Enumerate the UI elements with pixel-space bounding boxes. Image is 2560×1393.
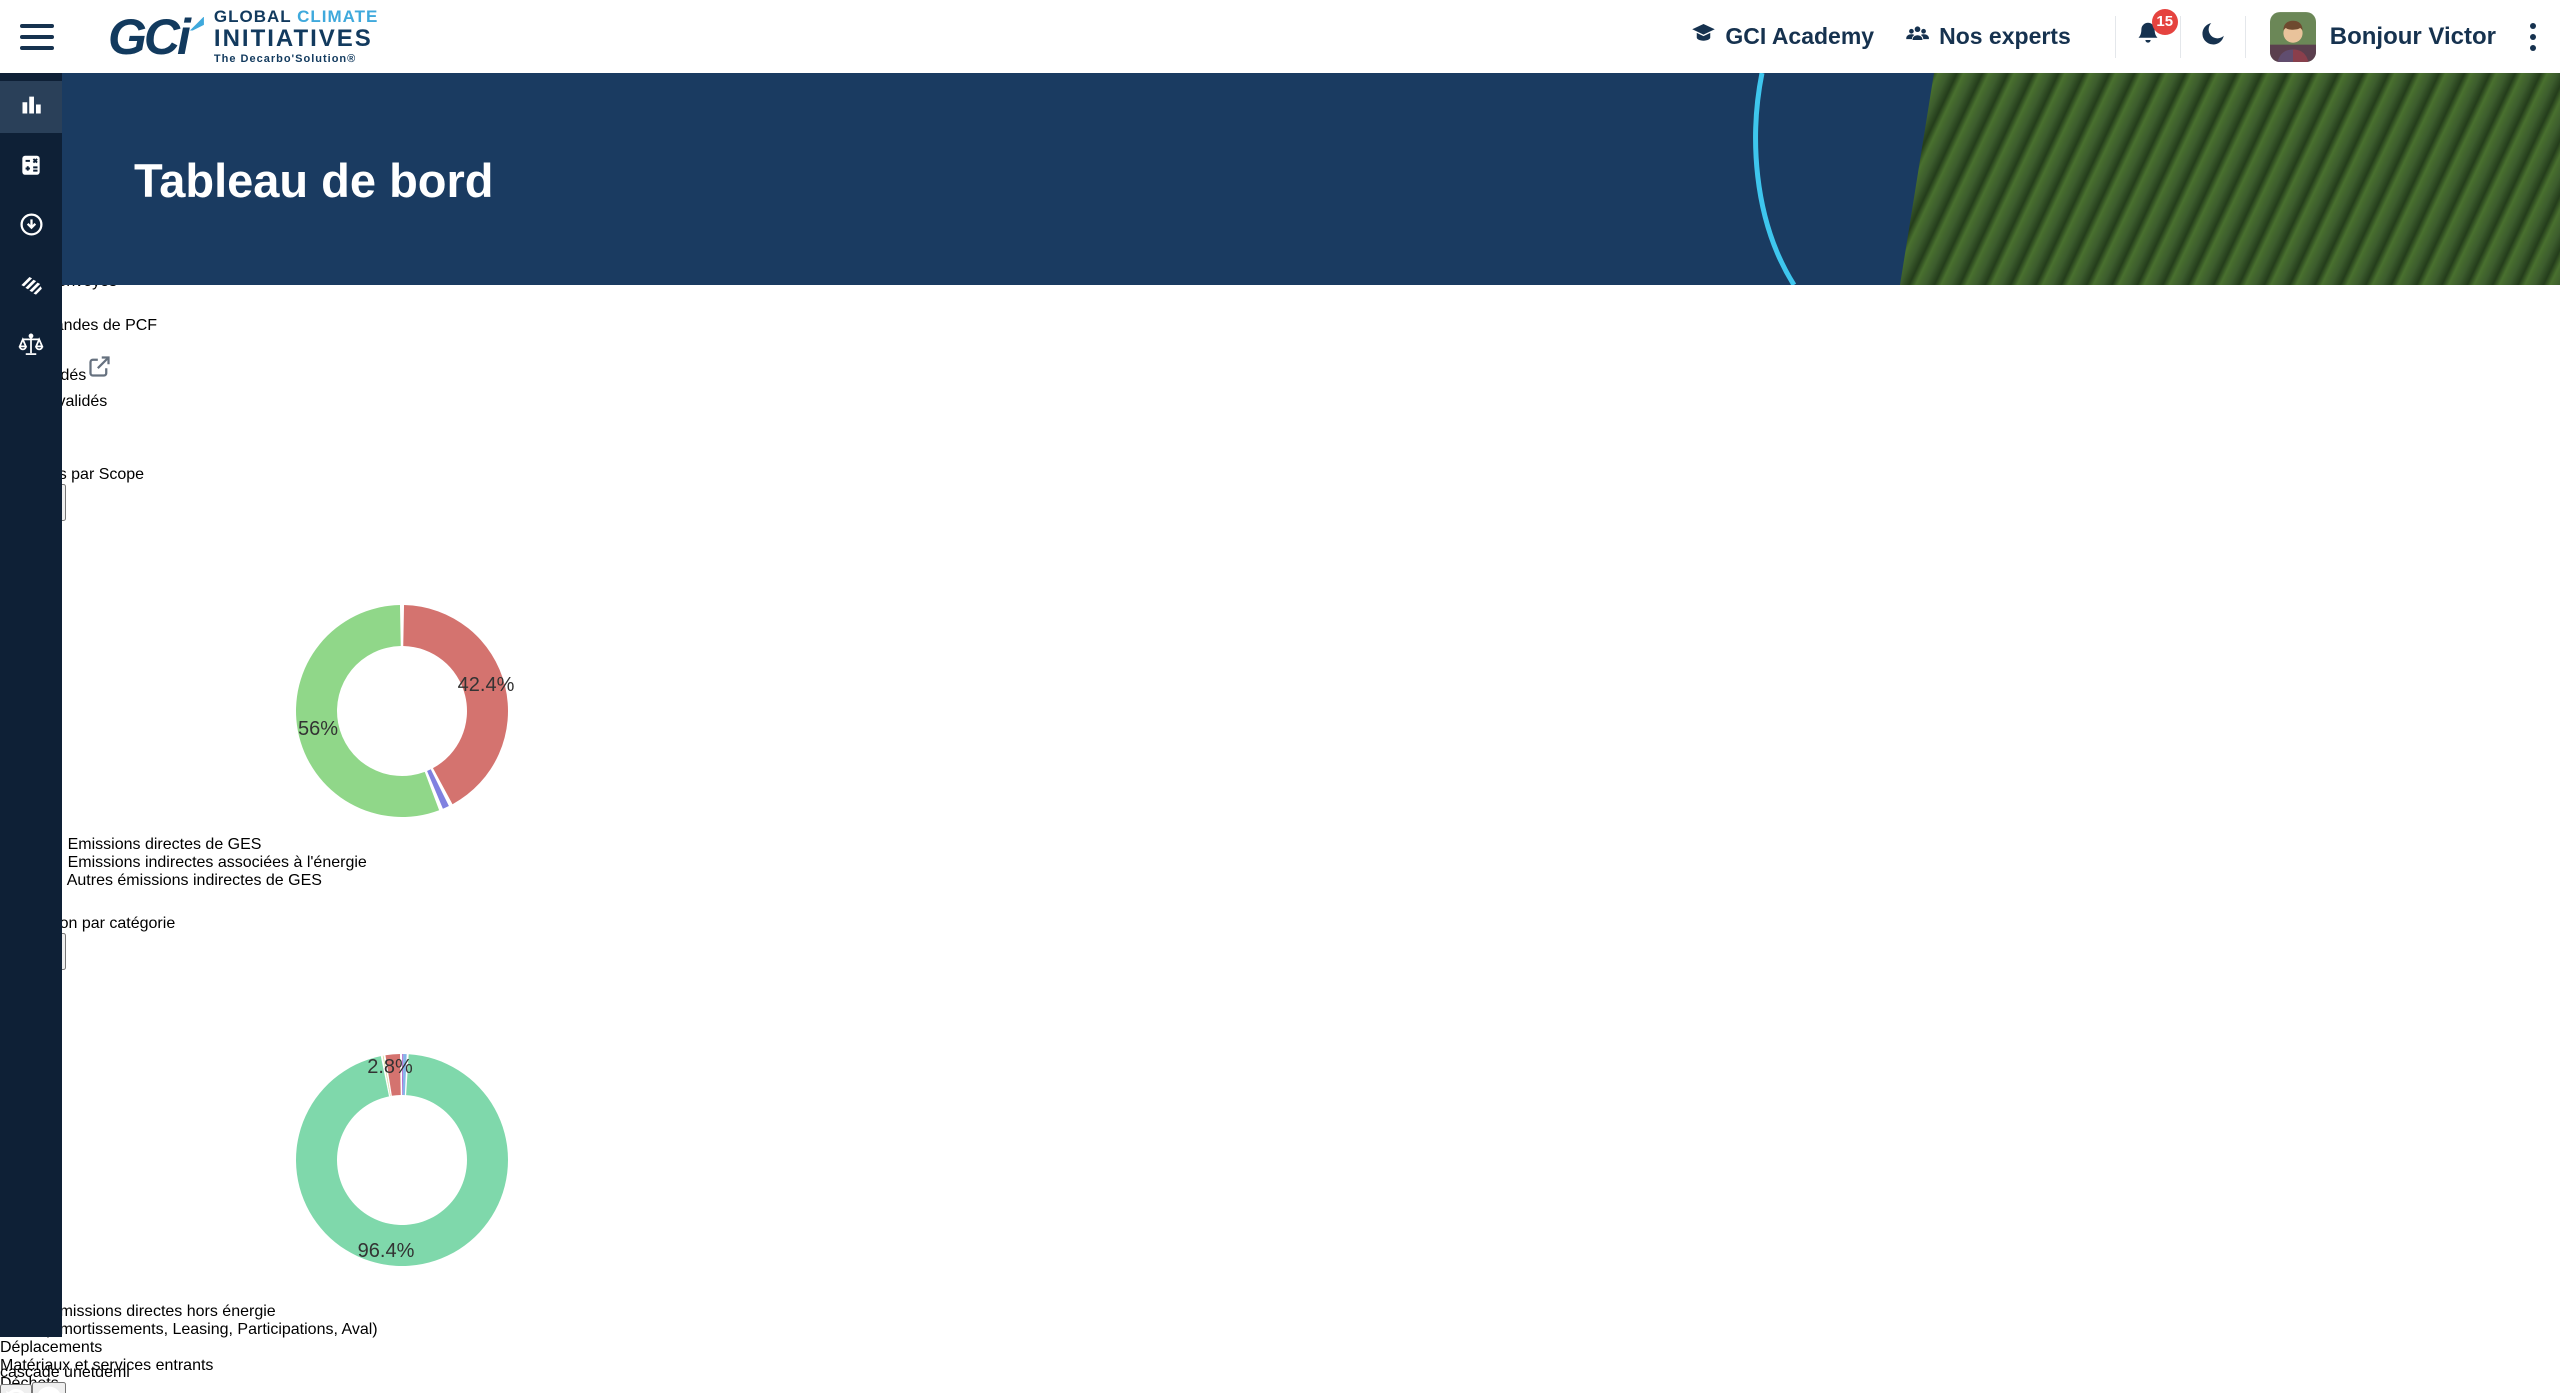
donut-label: 56% (298, 718, 338, 740)
more-menu-icon[interactable] (2530, 23, 2536, 51)
chart-card-waterfall: cascade unetdemi?05 k10 k15 k20 k25 k30 … (0, 1364, 798, 1393)
legend-item[interactable]: Scope 1: Emissions directes de GES (0, 836, 799, 854)
chart-help-button[interactable]: ? (32, 1382, 66, 1393)
logo-word-climate: CLIMATE (297, 7, 378, 26)
hero-banner: Tableau de bord (62, 73, 2560, 285)
bar-chart-icon (18, 91, 45, 123)
logo-word-initiatives: INITIATIVES (214, 27, 379, 51)
logo: GCi GLOBAL CLIMATE INITIATIVES The Decar… (108, 8, 378, 65)
chart-card-categories: Répartition par catégorie?2.8%96.4%Énerg… (0, 915, 799, 1364)
sidebar-item-calculator[interactable] (0, 141, 62, 193)
chart-title: cascade unetdemi (0, 1364, 130, 1381)
chart-refresh-button[interactable] (0, 1384, 32, 1393)
legend-item[interactable]: Scope 3: Autres émissions indirectes de … (0, 872, 799, 890)
greeting: Bonjour Victor (2330, 23, 2496, 51)
open-in-new-icon[interactable] (86, 367, 113, 384)
legend-label: Déplacements (0, 1339, 102, 1356)
sidebar-item-download-circle[interactable] (0, 201, 62, 253)
chart-legend: Scope 1: Emissions directes de GESScope … (0, 836, 799, 890)
donut-label: 2.8% (367, 1056, 413, 1078)
app-root: GCi GLOBAL CLIMATE INITIATIVES The Decar… (0, 0, 2560, 1393)
nav-experts[interactable]: Nos experts (1904, 20, 2071, 53)
chart-card-scope: Résultats par Scope?42.4%56%Scope 1: Emi… (0, 466, 799, 915)
legend-item[interactable]: Déplacements (0, 1339, 799, 1357)
logo-word-global: GLOBAL (214, 7, 291, 26)
sidebar-item-handshake[interactable] (0, 261, 62, 313)
avatar[interactable] (2270, 12, 2316, 62)
dark-mode-toggle[interactable] (2195, 17, 2231, 57)
legend-item[interactable]: Scope 2: Emissions indirectes associées … (0, 854, 799, 872)
sidebar-item-bar-chart[interactable] (0, 81, 62, 133)
sidebar-item-scale[interactable] (0, 321, 62, 373)
legend-item[interactable]: Actifs (Amortissements, Leasing, Partici… (0, 1321, 799, 1339)
notification-badge: 15 (2152, 9, 2178, 35)
academy-icon (1690, 20, 1717, 53)
stat-demandes-de-pcf: Demandes de PCF6 (0, 309, 799, 353)
sidebar (0, 73, 62, 1337)
nav-gci-academy[interactable]: GCI Academy (1690, 20, 1874, 53)
logo-leaf-icon (190, 17, 204, 31)
logo-monogram: GCi (108, 12, 188, 62)
moon-icon (2198, 19, 2228, 54)
download-circle-icon (18, 211, 45, 243)
experts-icon (1904, 20, 1931, 53)
svg-text:?: ? (44, 1389, 55, 1393)
page-title: Tableau de bord (134, 153, 494, 208)
legend-item[interactable]: Autres émissions directes hors énergie (0, 1303, 799, 1321)
calculator-icon (18, 152, 44, 183)
donut-label: 42.4% (458, 674, 515, 696)
chart-plot: 2.8% 96.4% (0, 970, 799, 1280)
scale-icon (17, 331, 45, 364)
top-navbar: GCi GLOBAL CLIMATE INITIATIVES The Decar… (0, 0, 2560, 73)
notifications-button[interactable]: 15 (2130, 17, 2166, 57)
chart-plot: 42.4% 56% (0, 521, 799, 831)
legend-item[interactable]: Énergie (0, 1285, 799, 1303)
handshake-icon (18, 271, 45, 303)
logo-tagline: The Decarbo'Solution® (214, 54, 379, 65)
navbar-actions: GCI Academy Nos experts 15 Bonjour Victo… (1690, 0, 2560, 73)
donut-label: 96.4% (358, 1240, 415, 1262)
menu-icon[interactable] (20, 24, 54, 50)
